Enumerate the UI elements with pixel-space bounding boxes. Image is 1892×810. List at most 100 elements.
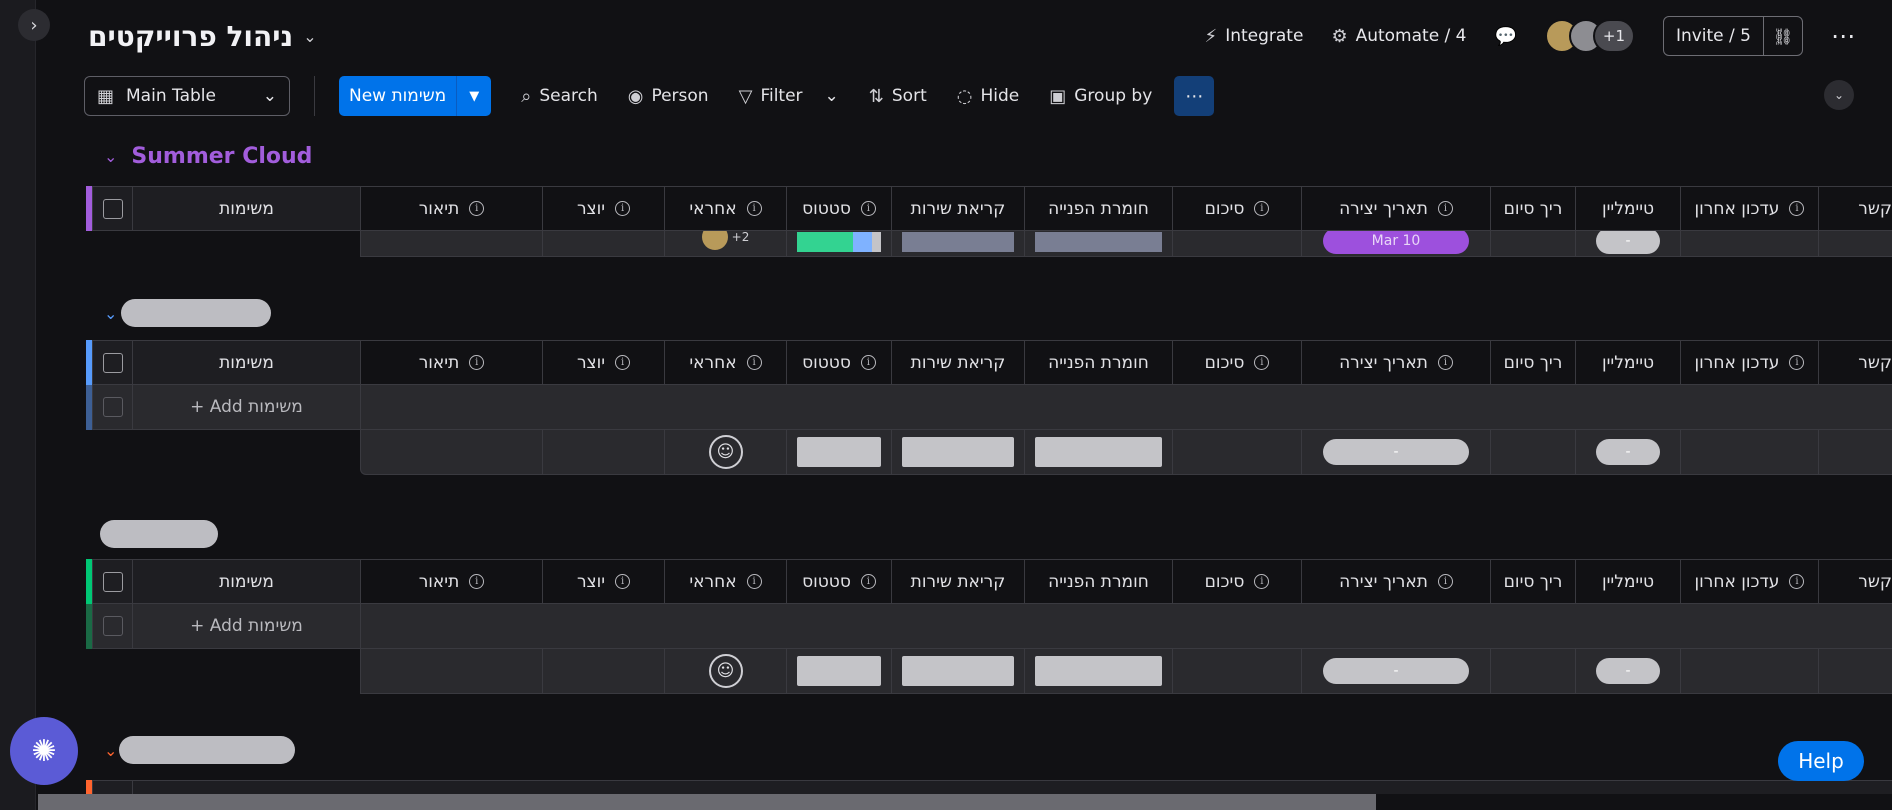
automate-button[interactable]: ⚙ Automate / 4: [1331, 26, 1466, 47]
description-cell[interactable]: [360, 231, 542, 257]
status-cell[interactable]: [786, 231, 891, 257]
column-header-owner[interactable]: אחראי i: [664, 559, 786, 604]
last-updated-cell[interactable]: [1680, 231, 1818, 257]
hide-button[interactable]: ◌ Hide: [957, 86, 1019, 107]
board-title[interactable]: ניהול פרוייקטים: [88, 20, 293, 53]
column-header-created-date[interactable]: תאריך יצירה i: [1301, 186, 1490, 231]
column-header-description[interactable]: תיאור i: [360, 340, 542, 385]
add-item-input[interactable]: + Add משימות: [190, 397, 303, 417]
person-filter-button[interactable]: ◉ Person: [628, 86, 709, 107]
column-header-owner[interactable]: אחראי i: [664, 186, 786, 231]
column-header-summary[interactable]: סיכום i: [1172, 186, 1301, 231]
add-item-input[interactable]: + Add משימות: [190, 616, 303, 636]
group-header-summer-cloud[interactable]: ⌄ Summer Cloud: [104, 144, 312, 169]
table-grid-icon: ▦: [97, 85, 115, 107]
timeline-cell[interactable]: -: [1575, 231, 1680, 257]
column-header-severity[interactable]: חומרת הפנייה: [1024, 186, 1172, 231]
summary-cell[interactable]: [1172, 231, 1301, 257]
column-header-creator[interactable]: יוצר i: [542, 340, 664, 385]
group-name[interactable]: Summer Cloud: [131, 144, 312, 169]
new-item-button[interactable]: New משימות: [339, 76, 458, 116]
ai-assistant-button[interactable]: ✺: [10, 717, 78, 785]
column-header-service-call[interactable]: קריאת שירות: [891, 340, 1024, 385]
column-header-items[interactable]: משימות: [132, 559, 360, 604]
column-header-link[interactable]: קשר: [1818, 340, 1892, 385]
end-date-cell[interactable]: [1490, 231, 1575, 257]
group-header[interactable]: ⌄: [104, 736, 296, 764]
add-item-cell[interactable]: + Add משימות: [132, 385, 360, 430]
column-header-end-date[interactable]: ריך סיום: [1490, 559, 1575, 604]
expand-sidebar-button[interactable]: ›: [18, 9, 50, 41]
column-header-owner[interactable]: אחראי i: [664, 340, 786, 385]
view-selector[interactable]: ▦ Main Table ⌄: [84, 76, 290, 116]
toolbar-more-button[interactable]: ⋯: [1174, 76, 1215, 116]
table-row[interactable]: +2 Mar 10 -: [86, 231, 1892, 257]
select-all-checkbox[interactable]: [102, 571, 123, 592]
filter-button[interactable]: ▽ Filter ⌄: [739, 86, 839, 107]
link-cell[interactable]: [1818, 231, 1892, 257]
column-header-items[interactable]: משימות: [132, 186, 360, 231]
column-header-creator[interactable]: יוצר i: [542, 559, 664, 604]
select-all-checkbox[interactable]: [102, 198, 123, 219]
creator-cell[interactable]: [542, 231, 664, 257]
board-members[interactable]: +1: [1544, 19, 1635, 53]
integrate-button[interactable]: ⚡ Integrate: [1205, 26, 1304, 47]
column-header-summary[interactable]: סיכום i: [1172, 559, 1301, 604]
more-options-icon[interactable]: ⋯: [1831, 22, 1856, 50]
group-by-button[interactable]: ▣ Group by: [1049, 86, 1152, 107]
severity-cell[interactable]: [1024, 231, 1172, 257]
created-date-cell[interactable]: Mar 10: [1301, 231, 1490, 257]
help-button[interactable]: Help: [1778, 741, 1864, 781]
select-all-checkbox[interactable]: [102, 352, 123, 373]
add-item-row[interactable]: + Add משימות: [86, 604, 1892, 649]
column-header-description[interactable]: תיאור i: [360, 186, 542, 231]
column-header-items[interactable]: משימות: [132, 340, 360, 385]
timeline-pill: -: [1596, 439, 1660, 465]
group-header[interactable]: ⌄: [104, 299, 272, 327]
column-header-timeline[interactable]: טיימליין: [1575, 559, 1680, 604]
column-header-end-date[interactable]: ריך סיום: [1490, 186, 1575, 231]
column-header-last-updated[interactable]: עדכון אחרון i: [1680, 559, 1818, 604]
invite-button[interactable]: Invite / 5: [1664, 17, 1764, 55]
column-header-severity[interactable]: חומרת הפנייה: [1024, 559, 1172, 604]
add-item-row[interactable]: + Add משימות: [86, 385, 1892, 430]
sort-button[interactable]: ⇅ Sort: [869, 86, 927, 107]
updates-button[interactable]: 💬: [1495, 26, 1517, 47]
copy-link-button[interactable]: ⛓: [1764, 17, 1802, 55]
add-item-cell[interactable]: + Add משימות: [132, 604, 360, 649]
column-header-created-date[interactable]: תאריך יצירה i: [1301, 559, 1490, 604]
column-header-last-updated[interactable]: עדכון אחרון i: [1680, 340, 1818, 385]
group-name[interactable]: [119, 736, 296, 764]
chevron-down-icon[interactable]: ⌄: [104, 741, 117, 760]
chevron-down-icon[interactable]: ⌄: [303, 27, 316, 46]
row-checkbox[interactable]: [102, 616, 123, 636]
row-checkbox[interactable]: [102, 397, 123, 417]
column-header-summary[interactable]: סיכום i: [1172, 340, 1301, 385]
column-header-status[interactable]: סטטוס i: [786, 186, 891, 231]
column-header-timeline[interactable]: טיימליין: [1575, 340, 1680, 385]
group-header[interactable]: [100, 520, 218, 548]
horizontal-scrollbar[interactable]: [38, 794, 1376, 810]
column-header-last-updated[interactable]: עדכון אחרון i: [1680, 186, 1818, 231]
column-header-severity[interactable]: חומרת הפנייה: [1024, 340, 1172, 385]
search-button[interactable]: ⌕ Search: [521, 86, 598, 107]
column-header-description[interactable]: תיאור i: [360, 559, 542, 604]
column-header-timeline[interactable]: טיימליין: [1575, 186, 1680, 231]
column-header-link[interactable]: קשר: [1818, 559, 1892, 604]
column-header-service-call[interactable]: קריאת שירות: [891, 186, 1024, 231]
owner-cell[interactable]: +2: [664, 231, 786, 257]
column-header-status[interactable]: סטטוס i: [786, 559, 891, 604]
group-name[interactable]: [121, 299, 272, 327]
service-call-cell[interactable]: [891, 231, 1024, 257]
chevron-down-icon[interactable]: ⌄: [104, 304, 117, 323]
collapse-header-button[interactable]: ⌄: [1824, 80, 1854, 110]
column-header-created-date[interactable]: תאריך יצירה i: [1301, 340, 1490, 385]
new-item-dropdown[interactable]: ▼: [457, 76, 491, 116]
column-header-status[interactable]: סטטוס i: [786, 340, 891, 385]
column-header-end-date[interactable]: ריך סיום: [1490, 340, 1575, 385]
column-header-link[interactable]: קשר: [1818, 186, 1892, 231]
column-header-service-call[interactable]: קריאת שירות: [891, 559, 1024, 604]
group-name[interactable]: [100, 520, 218, 548]
chevron-down-icon[interactable]: ⌄: [104, 147, 117, 166]
column-header-creator[interactable]: יוצר i: [542, 186, 664, 231]
